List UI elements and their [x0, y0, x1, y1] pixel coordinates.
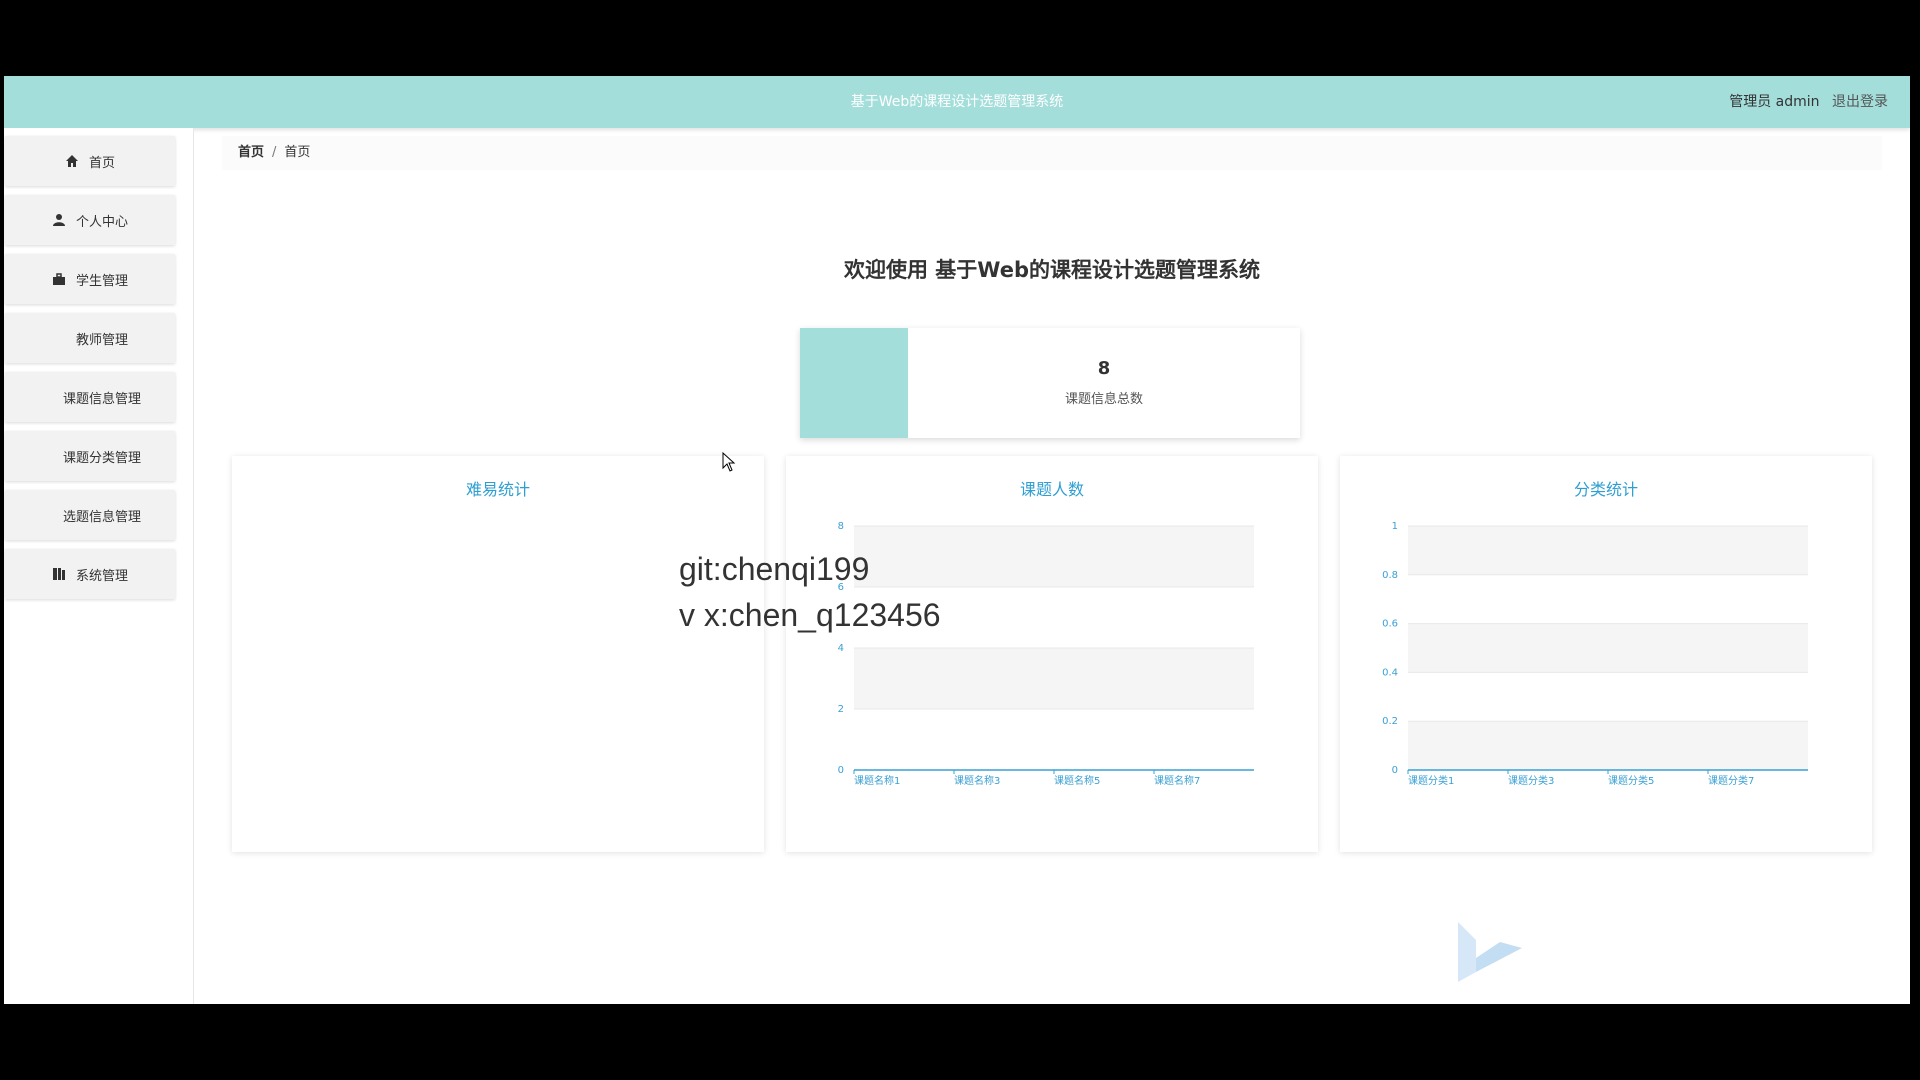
sidebar-item-label: 选题信息管理	[62, 509, 141, 525]
briefcase-icon	[52, 272, 66, 286]
home-icon	[65, 154, 79, 168]
app-screen: 基于Web的课程设计选题管理系统 管理员 admin 退出登录 首页 个人中心 …	[4, 76, 1910, 1004]
sidebar-item-label: 个人中心	[75, 214, 128, 230]
stat-value: 8	[1097, 358, 1111, 379]
book-icon	[52, 567, 66, 581]
sidebar-item-selections[interactable]: 选题信息管理	[5, 490, 175, 540]
grid-band	[1408, 526, 1808, 575]
app-title: 基于Web的课程设计选题管理系统	[850, 94, 1064, 110]
sidebar-item-label: 系统管理	[75, 568, 128, 584]
sidebar-item-label: 课题分类管理	[62, 450, 141, 466]
stat-color-block	[800, 328, 908, 438]
sidebar-item-categories[interactable]: 课题分类管理	[5, 431, 175, 481]
y-tick-label: 0.8	[1382, 570, 1398, 581]
y-tick-label: 0.2	[1382, 716, 1398, 727]
y-tick-label: 0	[1392, 765, 1398, 776]
grid-band	[854, 648, 1254, 709]
breadcrumb-home-link[interactable]: 首页	[238, 145, 264, 160]
topic-total-card: 8 课题信息总数	[800, 328, 1300, 438]
x-tick-label: 课题分类3	[1508, 774, 1554, 787]
y-tick-label: 0.4	[1382, 667, 1398, 678]
sidebar-item-teachers[interactable]: 教师管理	[5, 313, 175, 363]
y-tick-label: 0	[838, 765, 844, 776]
grid-band	[1408, 721, 1808, 770]
sidebar-item-system[interactable]: 系统管理	[5, 549, 175, 599]
difficulty-title: 难易统计	[465, 480, 530, 499]
breadcrumb-current: 首页	[284, 145, 311, 160]
top-bar: 基于Web的课程设计选题管理系统 管理员 admin 退出登录	[4, 76, 1910, 128]
category-chart: 0 0.2 0.4 0.6 0.8 1 课题分类1 课题分类3 课题分类5 课题分类7	[1382, 521, 1808, 787]
grid-icon	[39, 449, 53, 463]
watermark-line-2: v x:chen_q123456	[679, 597, 941, 633]
y-tick-label: 2	[838, 704, 844, 715]
x-tick-label: 课题分类5	[1608, 774, 1654, 787]
x-tick-label: 课题分类7	[1708, 774, 1754, 787]
mouse-cursor-icon	[722, 452, 736, 472]
current-user: 管理员 admin	[1729, 94, 1820, 110]
category-panel: 分类统计 0 0.2 0.4 0.6 0.8 1 课题分类1 课题分类3 课题分类5 课题分类7	[1340, 456, 1872, 852]
watermark: git:chenqi199 v x:chen_q123456	[679, 546, 941, 638]
sidebar: 首页 个人中心 学生管理 教师管理 课题信息管理 课题分类管理 选题信息管理 系…	[4, 128, 194, 1004]
breadcrumb: 首页 / 首页	[222, 136, 1882, 170]
y-tick-label: 4	[838, 643, 844, 654]
sidebar-item-profile[interactable]: 个人中心	[5, 195, 175, 245]
sidebar-item-label: 课题信息管理	[62, 391, 141, 407]
user-icon	[52, 213, 66, 227]
headcount-panel: 课题人数 0 2 4 6 8 课题名称1 课题名称3 课题名称5 课题名称7	[786, 456, 1318, 852]
x-tick-label: 课题名称7	[1154, 774, 1200, 787]
player-logo-icon	[1458, 922, 1522, 982]
y-tick-label: 8	[838, 521, 844, 532]
grid-icon	[52, 331, 66, 345]
sidebar-item-label: 学生管理	[75, 273, 128, 289]
sidebar-item-home[interactable]: 首页	[5, 136, 175, 186]
grid-icon	[39, 390, 53, 404]
x-tick-label: 课题名称1	[854, 774, 900, 787]
watermark-line-1: git:chenqi199	[679, 551, 870, 587]
sidebar-item-label: 首页	[88, 155, 115, 171]
headcount-chart: 02468课题名称1 课题名称3 课题名称5 课题名称7	[838, 521, 1254, 787]
sidebar-item-label: 教师管理	[75, 332, 128, 348]
x-tick-label: 课题名称5	[1054, 774, 1100, 787]
stat-label: 课题信息总数	[1064, 392, 1143, 407]
sidebar-item-students[interactable]: 学生管理	[5, 254, 175, 304]
main-content: 首页 / 首页 欢迎使用 基于Web的课程设计选题管理系统 8 课题信息总数 难易统…	[222, 136, 1882, 996]
breadcrumb-separator: /	[272, 145, 277, 160]
sidebar-item-topics[interactable]: 课题信息管理	[5, 372, 175, 422]
grid-band	[1408, 623, 1808, 673]
grid-icon	[39, 508, 53, 522]
y-tick-label: 1	[1392, 521, 1398, 532]
welcome-heading: 欢迎使用 基于Web的课程设计选题管理系统	[844, 258, 1260, 282]
x-tick-label: 课题分类1	[1408, 774, 1454, 787]
difficulty-panel: 难易统计	[232, 456, 764, 852]
y-tick-label: 0.6	[1382, 619, 1398, 630]
x-tick-label: 课题名称3	[954, 774, 1000, 787]
user-area: 管理员 admin 退出登录	[1729, 76, 1888, 128]
logout-link[interactable]: 退出登录	[1832, 94, 1888, 110]
